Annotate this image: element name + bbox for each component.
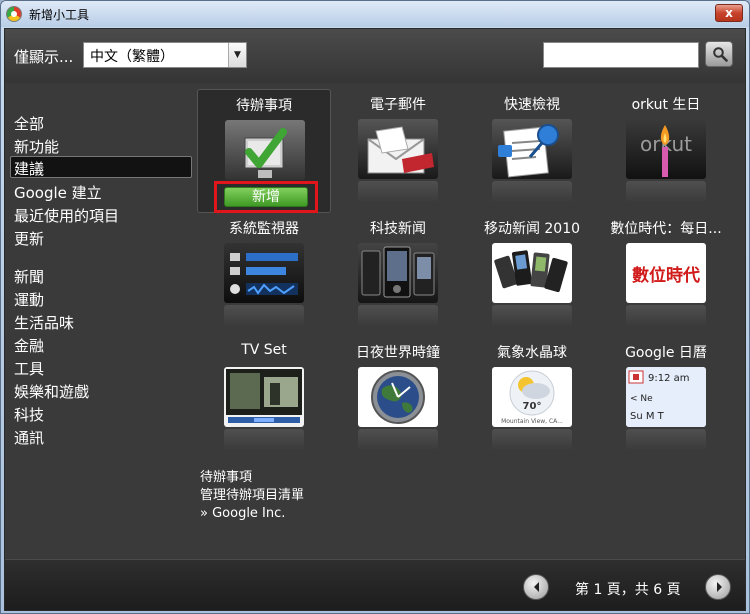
gadget-tile-quick-view[interactable]: 快速檢視 — [465, 89, 599, 213]
digital-times-logo-text: 數位時代 — [632, 265, 700, 286]
sidebar-item-updates[interactable]: 更新 — [10, 226, 192, 248]
sidebar-item-technology[interactable]: 科技 — [10, 402, 192, 424]
chevron-down-icon[interactable]: ▼ — [228, 43, 246, 67]
sidebar-item-lifestyle[interactable]: 生活品味 — [10, 310, 192, 332]
add-gadget-button[interactable]: 新增 — [224, 187, 308, 207]
gadget-title: 快速檢視 — [504, 97, 560, 113]
chevron-right-icon — [717, 582, 722, 592]
thumbnail-reflection — [626, 181, 706, 203]
add-button-highlight: 新增 — [214, 181, 318, 213]
detail-gadget-description: 管理待辦項目清單 — [200, 488, 305, 503]
phones-icon — [358, 243, 438, 303]
sidebar-item-all[interactable]: 全部 — [10, 111, 192, 133]
sidebar-item-new[interactable]: 新功能 — [10, 134, 192, 156]
detail-gadget-author-link[interactable]: » Google Inc. — [200, 505, 304, 523]
weather-temperature: 70° — [523, 401, 542, 412]
gadget-title: 氣象水晶球 — [497, 345, 567, 361]
thumbnail-reflection — [492, 181, 572, 203]
detail-gadget-name: 待辦事項 — [200, 470, 253, 485]
page-indicator: 第 1 頁，共 6 頁 — [575, 582, 681, 598]
gadget-title: 科技新闻 — [370, 221, 426, 237]
filter-toolbar: 僅顯示... 中文（繁體） ▼ — [5, 29, 745, 83]
sidebar-item-sports[interactable]: 運動 — [10, 287, 192, 309]
digital-times-logo-icon: 數位時代 — [626, 243, 706, 303]
thumbnail-reflection — [358, 429, 438, 451]
sidebar-item-recent[interactable]: 最近使用的項目 — [10, 203, 192, 225]
calendar-nav: < Ne — [630, 394, 653, 404]
calendar-time: 9:12 am — [648, 373, 690, 384]
calendar-icon: 9:12 am < Ne Su M T — [626, 367, 706, 427]
gadget-tile-world-clock[interactable]: 日夜世界時鐘 — [331, 337, 465, 461]
gadget-title: Google 日曆 — [625, 345, 707, 361]
google-desktop-icon — [6, 6, 22, 22]
gadget-tile-weather-globe[interactable]: 氣象水晶球 70° Mountain View, CA... — [465, 337, 599, 461]
weather-icon: 70° Mountain View, CA... — [492, 367, 572, 427]
pushpin-document-icon — [492, 119, 572, 179]
window-title: 新增小工具 — [29, 8, 90, 22]
sidebar-item-google-made[interactable]: Google 建立 — [10, 180, 192, 202]
pager-bar: 第 1 頁，共 6 頁 — [5, 559, 745, 610]
gadget-tile-mobile-news[interactable]: 移动新闻 2010 — [465, 213, 599, 337]
gadget-title: 日夜世界時鐘 — [356, 345, 440, 361]
thumbnail-reflection — [224, 429, 304, 451]
thumbnail-reflection — [626, 429, 706, 451]
mobile-phones-icon — [492, 243, 572, 303]
gadget-title: orkut 生日 — [631, 97, 701, 113]
weather-location: Mountain View, CA... — [501, 418, 563, 425]
thumbnail-reflection — [358, 305, 438, 327]
sidebar-item-tools[interactable]: 工具 — [10, 356, 192, 378]
gadget-tile-todo[interactable]: 待辦事項 新增 — [197, 89, 331, 213]
sidebar-item-fun-games[interactable]: 娛樂和遊戲 — [10, 379, 192, 401]
globe-clock-icon — [358, 367, 438, 427]
previous-page-button[interactable] — [523, 574, 549, 600]
search-icon — [713, 47, 728, 62]
sidebar-item-suggested[interactable]: 建議 — [10, 156, 192, 178]
sidebar-item-finance[interactable]: 金融 — [10, 333, 192, 355]
gadget-title: 系統監視器 — [229, 221, 299, 237]
thumbnail-reflection — [492, 305, 572, 327]
chevron-left-icon — [534, 582, 539, 592]
language-select[interactable]: 中文（繁體） ▼ — [83, 42, 247, 68]
gadget-tile-tech-news[interactable]: 科技新闻 — [331, 213, 465, 337]
system-monitor-icon — [224, 243, 304, 303]
gadget-title: 待辦事項 — [236, 98, 292, 114]
thumbnail-reflection — [224, 305, 304, 327]
tv-screen-icon — [224, 367, 304, 427]
calendar-weekdays: Su M T — [630, 411, 665, 422]
gadget-dialog-window: 新增小工具 x 僅顯示... 中文（繁體） ▼ 全部 新功能 建議 Google… — [0, 0, 750, 614]
gadget-tile-digital-times[interactable]: 數位時代：每日... 數位時代 — [599, 213, 733, 337]
thumbnail-reflection — [358, 181, 438, 203]
gadget-title: 數位時代：每日... — [610, 221, 722, 237]
dialog-client-area: 僅顯示... 中文（繁體） ▼ 全部 新功能 建議 Google 建立 最近使用… — [4, 28, 746, 611]
gadget-tile-google-calendar[interactable]: Google 日曆 9:12 am < Ne Su M T — [599, 337, 733, 461]
gadget-tile-orkut-birthday[interactable]: orkut 生日 orkut — [599, 89, 733, 213]
next-page-button[interactable] — [705, 574, 731, 600]
gadget-detail-panel: 待辦事項 管理待辦項目清單 » Google Inc. — [200, 469, 304, 523]
language-selected-value: 中文（繁體） — [90, 49, 174, 65]
email-envelope-icon — [358, 119, 438, 179]
title-bar[interactable]: 新增小工具 x — [1, 1, 749, 27]
gadget-tile-system-monitor[interactable]: 系統監視器 — [197, 213, 331, 337]
gadget-title: TV Set — [241, 342, 287, 358]
sidebar-item-news[interactable]: 新聞 — [10, 264, 192, 286]
birthday-candle-icon: orkut — [626, 119, 706, 179]
filter-label: 僅顯示... — [14, 48, 74, 66]
gadget-tile-email[interactable]: 電子郵件 — [331, 89, 465, 213]
thumbnail-reflection — [626, 305, 706, 327]
gadget-tile-tv-set[interactable]: TV Set — [197, 337, 331, 461]
search-input[interactable] — [543, 42, 699, 68]
search-button[interactable] — [705, 41, 733, 67]
close-button[interactable]: x — [715, 4, 743, 22]
gadget-title: 電子郵件 — [370, 97, 426, 113]
gadget-title: 移动新闻 2010 — [483, 221, 581, 237]
category-sidebar: 全部 新功能 建議 Google 建立 最近使用的項目 更新 新聞 運動 生活品… — [5, 83, 195, 553]
sidebar-item-communication[interactable]: 通訊 — [10, 425, 192, 447]
thumbnail-reflection — [492, 429, 572, 451]
checkmark-todo-icon — [225, 120, 305, 180]
